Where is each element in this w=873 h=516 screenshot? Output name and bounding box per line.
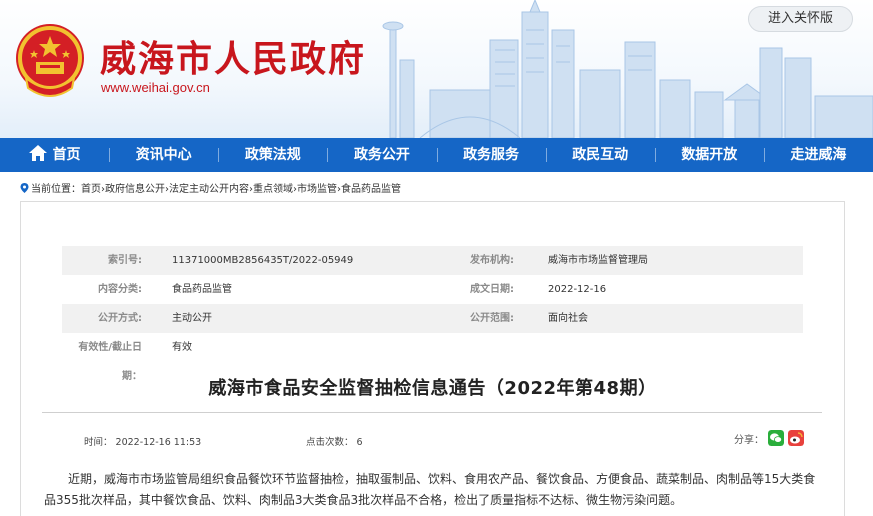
article-body: 近期，威海市市场监管局组织食品餐饮环节监督抽检，抽取蛋制品、饮料、食用农产品、餐… [44, 472, 816, 507]
metadata-label: 索引号: [108, 255, 142, 266]
breadcrumb-link[interactable]: 政府信息公开 [105, 184, 165, 195]
main-nav: 首页 资讯中心 政策法规 政务公开 政务服务 政民互动 数据开放 走进威海 [0, 138, 873, 172]
nav-item-policy[interactable]: 政策法规 [218, 138, 327, 172]
home-icon [28, 145, 47, 161]
metadata-label: 发布机构: [470, 255, 514, 266]
click-count: 点击次数： 6 [306, 434, 363, 448]
breadcrumb-link[interactable]: 首页 [81, 184, 101, 195]
nav-item-home[interactable]: 首页 [0, 138, 109, 172]
publish-time-label: 时间： [84, 437, 113, 448]
breadcrumb-link[interactable]: 食品药品监管 [341, 184, 401, 195]
breadcrumb-link[interactable]: 重点领域 [253, 184, 293, 195]
nav-item-interaction[interactable]: 政民互动 [545, 138, 655, 172]
nav-item-news[interactable]: 资讯中心 [109, 138, 218, 172]
metadata-label: 有效性/截止日期： [78, 342, 142, 382]
metadata-value: 有效 [172, 342, 192, 353]
breadcrumb: 当前位置：首页›政府信息公开›法定主动公开内容›重点领域›市场监管›食品药品监管 [20, 180, 401, 195]
metadata-label: 公开方式: [98, 313, 142, 324]
nav-item-open-data[interactable]: 数据开放 [654, 138, 764, 172]
metadata-value: 面向社会 [548, 313, 588, 324]
metadata-value: 食品药品监管 [172, 284, 232, 295]
share-bar: 分享： [734, 430, 804, 446]
publish-time: 时间： 2022-12-16 11:53 [84, 434, 201, 448]
metadata-label: 内容分类: [98, 284, 142, 295]
nav-item-about-weihai[interactable]: 走进威海 [763, 138, 873, 172]
content-panel: 索引号: 11371000MB2856435T/2022-05949 发布机构:… [20, 201, 845, 516]
site-domain: www.weihai.gov.cn [101, 80, 210, 95]
nav-item-services[interactable]: 政务服务 [436, 138, 546, 172]
metadata-label: 成文日期: [470, 284, 514, 295]
metadata-row: 索引号: 11371000MB2856435T/2022-05949 发布机构:… [62, 246, 803, 275]
nav-label: 首页 [52, 147, 81, 163]
publish-time-value: 2022-12-16 11:53 [115, 437, 202, 448]
share-label: 分享： [734, 434, 764, 446]
title-divider [42, 412, 822, 413]
metadata-value: 主动公开 [172, 313, 212, 324]
wechat-icon[interactable] [768, 430, 784, 446]
care-mode-button[interactable]: 进入关怀版 [748, 6, 853, 32]
nav-item-gov-affairs[interactable]: 政务公开 [327, 138, 436, 172]
metadata-value: 2022-12-16 [548, 284, 607, 295]
site-header: 威海市人民政府 www.weihai.gov.cn 进入关怀版 [0, 0, 873, 138]
national-emblem-icon [16, 24, 84, 97]
breadcrumb-link[interactable]: 法定主动公开内容 [169, 184, 249, 195]
metadata-value: 11371000MB2856435T/2022-05949 [172, 255, 354, 266]
breadcrumb-link[interactable]: 市场监管 [297, 184, 337, 195]
metadata-row: 有效性/截止日期： 有效 [62, 333, 803, 382]
click-count-value: 6 [356, 437, 363, 448]
metadata-label: 公开范围: [470, 313, 514, 324]
metadata-row: 公开方式: 主动公开 公开范围: 面向社会 [62, 304, 803, 333]
metadata-row: 内容分类: 食品药品监管 成文日期: 2022-12-16 [62, 275, 803, 304]
click-count-label: 点击次数： [306, 437, 354, 448]
article-title: 威海市食品安全监督抽检信息通告（2022年第48期） [208, 378, 657, 399]
weibo-icon[interactable] [788, 430, 804, 446]
metadata-value: 威海市市场监督管理局 [548, 255, 648, 266]
breadcrumb-prefix: 当前位置： [31, 184, 81, 195]
location-pin-icon [20, 183, 29, 193]
site-title[interactable]: 威海市人民政府 [100, 30, 366, 82]
metadata-table: 索引号: 11371000MB2856435T/2022-05949 发布机构:… [62, 246, 803, 382]
